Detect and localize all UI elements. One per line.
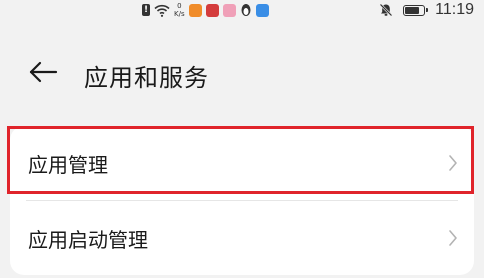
status-right-icons: 11:19	[379, 0, 474, 20]
list-item-label: 应用启动管理	[28, 227, 148, 252]
gift-app-icon	[222, 3, 236, 17]
chevron-right-icon	[449, 230, 457, 246]
status-left-icons: ! 0 K/s	[142, 0, 269, 20]
settings-list: 应用管理 应用启动管理	[10, 126, 474, 275]
list-item-app-launch-management[interactable]: 应用启动管理	[26, 200, 458, 275]
arrow-left-icon[interactable]	[28, 60, 58, 84]
status-bar: ! 0 K/s 11:19	[0, 0, 484, 22]
network-speed: 0 K/s	[174, 2, 185, 18]
chevron-right-icon	[449, 155, 457, 171]
list-item-label: 应用管理	[28, 152, 108, 177]
network-speed-value: 0	[177, 2, 182, 10]
page-header: 应用和服务	[0, 50, 484, 98]
wifi-icon	[154, 4, 170, 17]
network-speed-unit: K/s	[174, 10, 185, 18]
page-title: 应用和服务	[84, 64, 209, 92]
cloud-app-icon	[255, 3, 269, 17]
clock: 11:19	[435, 1, 474, 18]
battery-icon	[403, 4, 429, 16]
game-app-icon	[188, 3, 202, 17]
notification-app-icon	[205, 3, 219, 17]
list-item-app-management[interactable]: 应用管理	[10, 126, 474, 200]
penguin-icon	[241, 4, 251, 16]
bell-muted-icon	[379, 3, 393, 17]
alert-icon: !	[142, 4, 150, 16]
